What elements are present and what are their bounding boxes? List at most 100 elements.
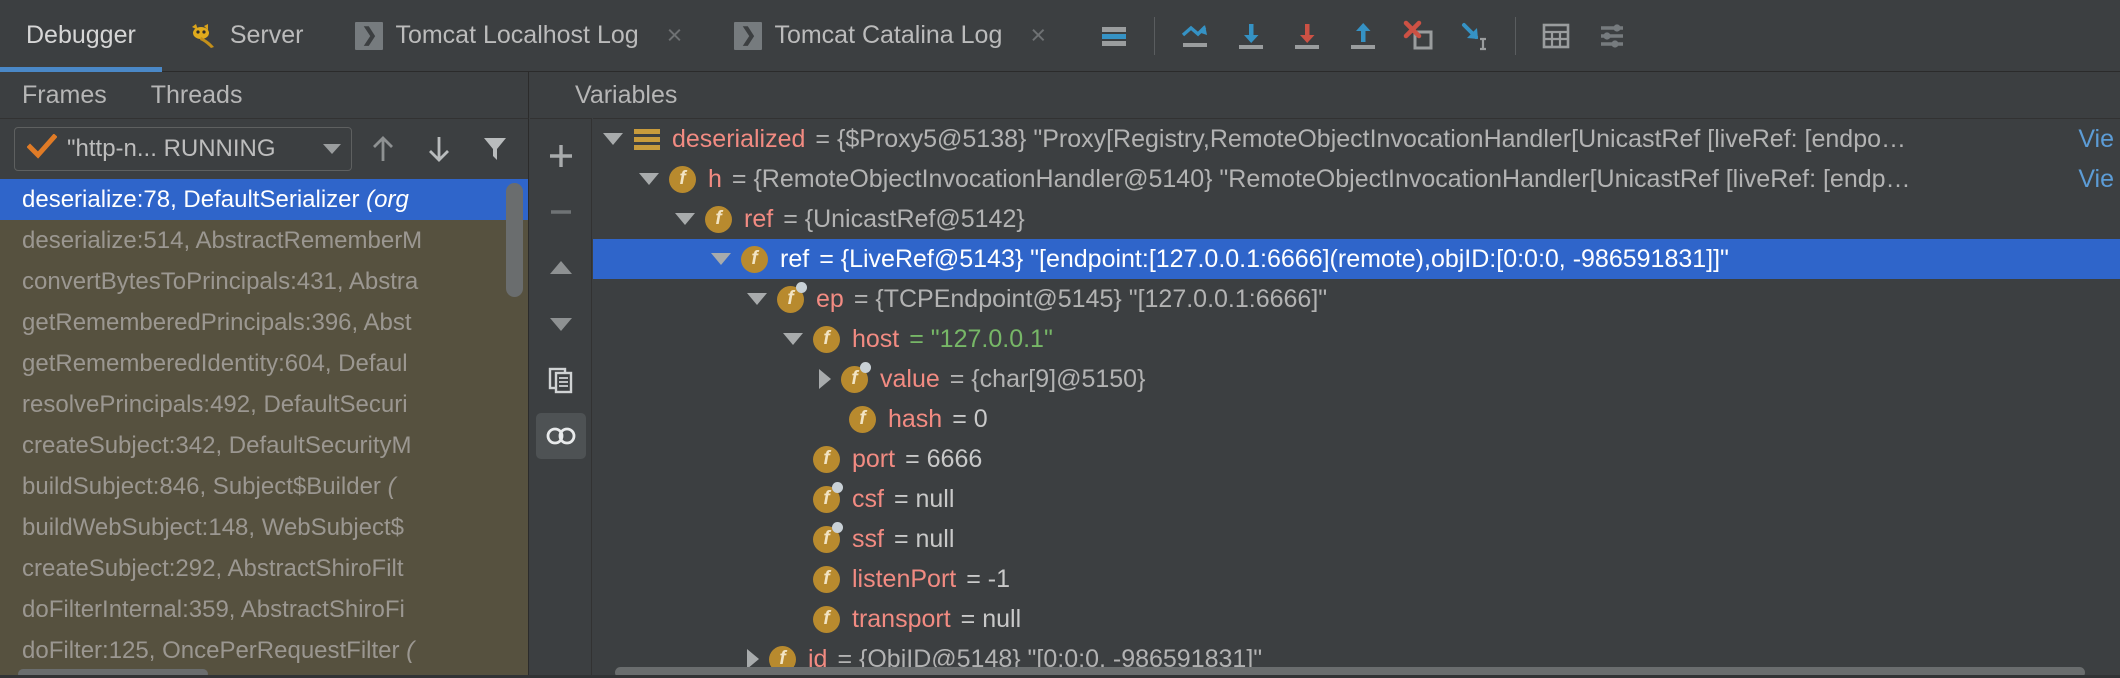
variable-row[interactable]: f listenPort = -1 xyxy=(593,559,2120,599)
variable-name: hash xyxy=(888,405,943,433)
chevron-down-icon[interactable] xyxy=(675,213,695,225)
variable-name: port xyxy=(852,445,896,473)
run-console-icon: ❯ xyxy=(355,21,384,50)
variables-tree[interactable]: deserialized = {$Proxy5@5138} "Proxy[Reg… xyxy=(593,118,2120,678)
scroll-to-cursor-icon[interactable] xyxy=(1447,8,1503,64)
frame-row[interactable]: doFilterInternal:359, AbstractShiroFi xyxy=(0,589,528,630)
variable-name: deserialized xyxy=(672,125,806,153)
chevron-right-icon[interactable] xyxy=(747,649,759,669)
watch-down-button[interactable] xyxy=(536,301,586,347)
thread-selector-label: "http-n... RUNNING xyxy=(67,135,276,162)
view-link[interactable]: Vie xyxy=(2078,119,2120,159)
field-icon: f xyxy=(841,361,871,393)
variable-row[interactable]: f ref = {UnicastRef@5142} xyxy=(593,199,2120,239)
tab-threads[interactable]: Threads xyxy=(129,81,265,110)
chevron-down-icon[interactable] xyxy=(747,293,767,305)
variable-row[interactable]: f transport = null xyxy=(593,599,2120,639)
field-icon: f xyxy=(813,481,843,513)
tab-debugger[interactable]: Debugger xyxy=(0,0,162,72)
inspect-button[interactable] xyxy=(535,413,586,459)
variable-row[interactable]: f port = 6666 xyxy=(593,439,2120,479)
variable-value: = {LiveRef@5143} "[endpoint:[127.0.0.1:6… xyxy=(819,245,1729,273)
variable-value: = {UnicastRef@5142} xyxy=(783,205,1025,233)
add-watch-button[interactable] xyxy=(536,133,586,179)
running-check-icon xyxy=(26,132,58,165)
field-icon: f xyxy=(813,521,843,553)
field-icon: f xyxy=(777,281,807,313)
tab-debugger-label: Debugger xyxy=(26,21,136,49)
variable-value: = {RemoteObjectInvocationHandler@5140} "… xyxy=(731,165,1911,193)
soft-wrap-icon[interactable] xyxy=(1086,8,1142,64)
tab-close-icon[interactable]: × xyxy=(667,22,683,49)
chevron-down-icon[interactable] xyxy=(323,144,341,154)
frames-toolbar: "http-n... RUNNING xyxy=(0,119,528,179)
variable-name: host xyxy=(852,325,900,353)
chevron-right-icon[interactable] xyxy=(819,369,831,389)
frame-row[interactable]: deserialize:514, AbstractRememberM xyxy=(0,220,528,261)
field-icon: f xyxy=(813,605,840,633)
chevron-down-icon[interactable] xyxy=(783,333,803,345)
toolbar-separator xyxy=(1515,16,1517,55)
frame-method: deserialize:514, AbstractRememberM xyxy=(22,227,423,254)
variable-row[interactable]: f h = {RemoteObjectInvocationHandler@514… xyxy=(593,159,2120,199)
variable-row[interactable]: f ref = {LiveRef@5143} "[endpoint:[127.0… xyxy=(593,239,2120,279)
clear-all-icon[interactable] xyxy=(1391,8,1447,64)
toolbar-separator xyxy=(1154,16,1156,55)
frames-list[interactable]: deserialize:78, DefaultSerializer (org d… xyxy=(0,179,528,678)
frame-row[interactable]: buildWebSubject:148, WebSubject$ xyxy=(0,507,528,548)
variable-row[interactable]: f value = {char[9]@5150} xyxy=(593,359,2120,399)
scroll-to-end-icon[interactable] xyxy=(1167,8,1223,64)
frame-package: ( xyxy=(406,637,415,664)
tab-frames[interactable]: Frames xyxy=(0,81,129,110)
filter-button[interactable] xyxy=(470,125,520,173)
frame-row[interactable]: getRememberedPrincipals:396, Abst xyxy=(0,302,528,343)
tomcat-cat-icon xyxy=(188,22,218,50)
console-toolbar xyxy=(1086,0,1640,72)
frame-row[interactable]: resolvePrincipals:492, DefaultSecuri xyxy=(0,384,528,425)
remove-watch-button[interactable] xyxy=(536,189,586,235)
frame-package: (org xyxy=(366,186,409,213)
frame-method: getRememberedPrincipals:396, Abst xyxy=(22,309,412,336)
move-up-button[interactable] xyxy=(358,125,408,173)
frame-row[interactable]: buildSubject:846, Subject$Builder ( xyxy=(0,466,528,507)
chevron-down-icon[interactable] xyxy=(639,173,659,185)
variable-row[interactable]: f hash = 0 xyxy=(593,399,2120,439)
view-link[interactable]: Vie xyxy=(2078,159,2120,199)
tab-tomcat-localhost-log[interactable]: ❯ Tomcat Localhost Log × xyxy=(329,0,708,72)
thread-selector[interactable]: "http-n... RUNNING xyxy=(14,127,352,171)
chevron-down-icon[interactable] xyxy=(603,133,623,145)
watch-up-button[interactable] xyxy=(536,245,586,291)
tab-close-icon[interactable]: × xyxy=(1030,22,1046,49)
field-icon: f xyxy=(813,565,840,593)
tab-tomcat-catalina-log[interactable]: ❯ Tomcat Catalina Log × xyxy=(708,0,1072,72)
frame-row[interactable]: convertBytesToPrincipals:431, Abstra xyxy=(0,261,528,302)
variables-header: Variables xyxy=(529,72,2120,118)
frame-row[interactable]: deserialize:78, DefaultSerializer (org xyxy=(0,179,528,220)
move-down-button[interactable] xyxy=(414,125,464,173)
tab-server[interactable]: Server xyxy=(162,0,330,72)
variable-row[interactable]: f ep = {TCPEndpoint@5145} "[127.0.0.1:66… xyxy=(593,279,2120,319)
frame-method: convertBytesToPrincipals:431, Abstra xyxy=(22,268,419,295)
scroll-up-red-icon[interactable] xyxy=(1279,8,1335,64)
scroll-top-icon[interactable] xyxy=(1335,8,1391,64)
variables-title: Variables xyxy=(575,80,678,109)
variable-name: csf xyxy=(852,485,884,513)
frame-method: createSubject:342, DefaultSecurityM xyxy=(22,432,412,459)
variable-name: ssf xyxy=(852,525,884,553)
frames-vertical-scrollbar[interactable] xyxy=(506,183,523,297)
variable-row[interactable]: deserialized = {$Proxy5@5138} "Proxy[Reg… xyxy=(593,119,2120,159)
variable-row[interactable]: f host = "127.0.0.1" xyxy=(593,319,2120,359)
variable-row[interactable]: f csf = null xyxy=(593,479,2120,519)
settings-lines-icon[interactable] xyxy=(1584,8,1640,64)
frame-row[interactable]: doFilter:125, OncePerRequestFilter ( xyxy=(0,630,528,671)
scroll-down-icon[interactable] xyxy=(1223,8,1279,64)
frame-row[interactable]: getRememberedIdentity:604, Defaul xyxy=(0,343,528,384)
frame-row[interactable]: createSubject:292, AbstractShiroFilt xyxy=(0,548,528,589)
frame-row[interactable]: createSubject:342, DefaultSecurityM xyxy=(0,425,528,466)
variable-row[interactable]: f ssf = null xyxy=(593,519,2120,559)
frame-method: doFilterInternal:359, AbstractShiroFi xyxy=(22,596,405,623)
grid-view-icon[interactable] xyxy=(1528,8,1584,64)
copy-value-button[interactable] xyxy=(536,357,586,403)
chevron-down-icon[interactable] xyxy=(711,253,731,265)
variable-value: = 0 xyxy=(952,405,988,433)
